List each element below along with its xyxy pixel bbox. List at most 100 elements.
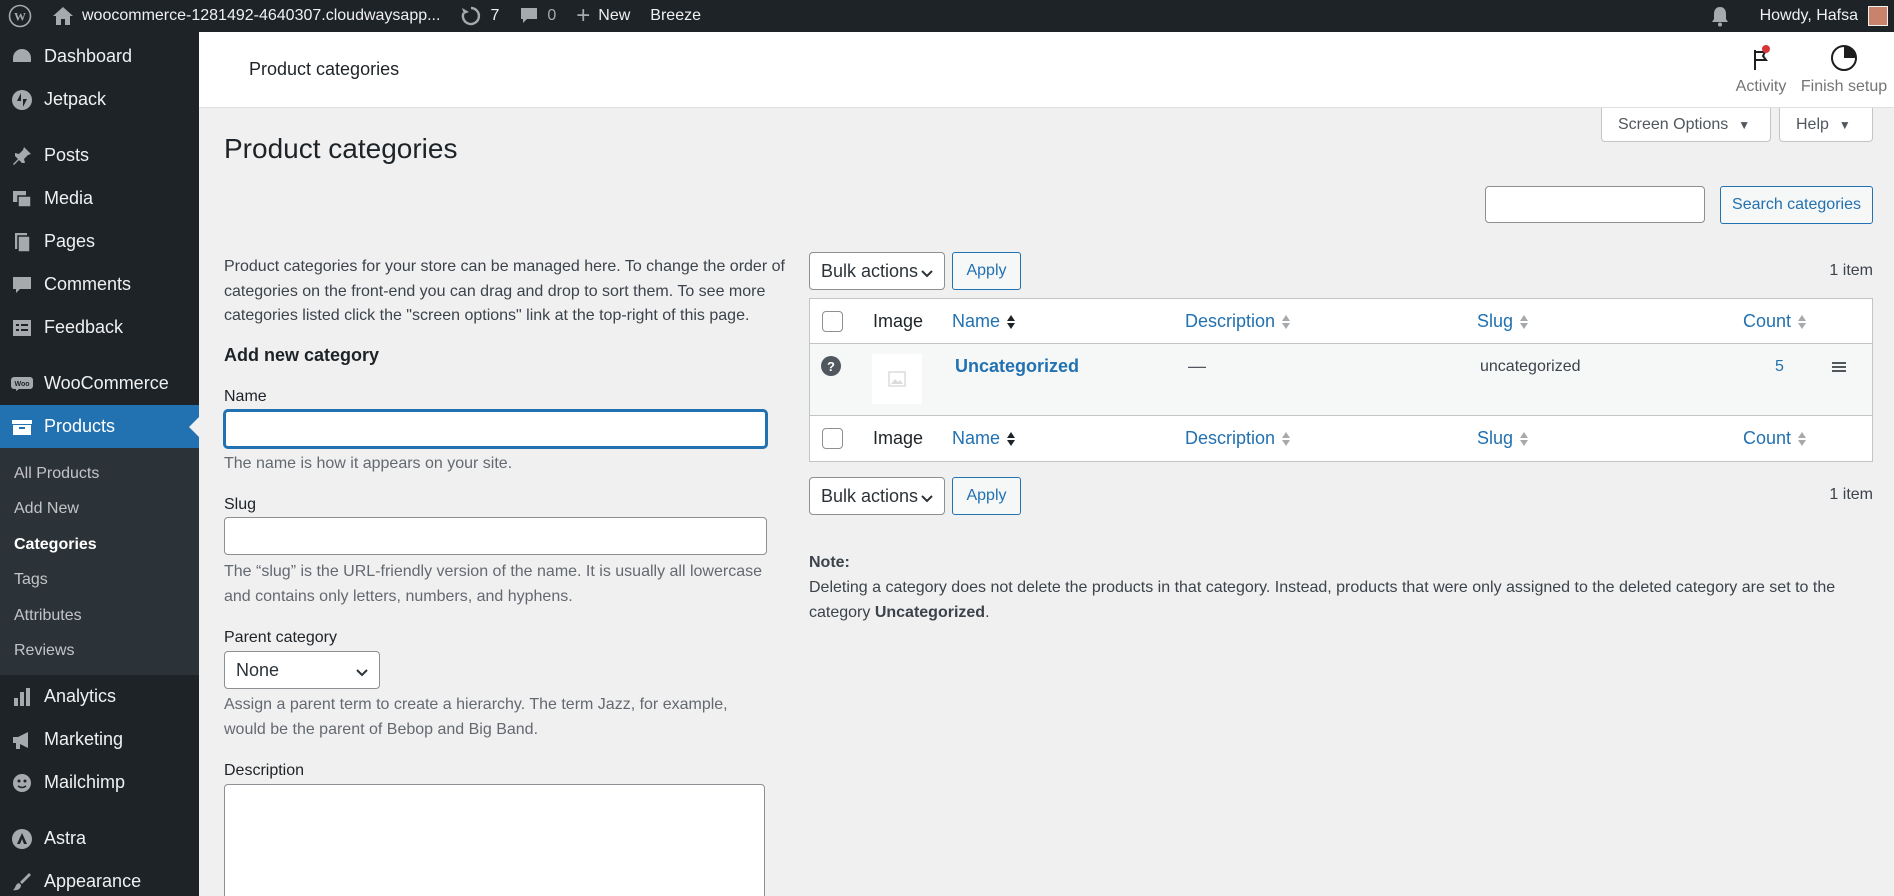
column-name-label: Name (952, 428, 1001, 448)
category-slug: uncategorized (1480, 358, 1581, 375)
column-slug-sort-footer[interactable]: Slug (1477, 428, 1529, 449)
bulk-actions-label: Bulk actions (821, 260, 919, 281)
sidebar-item-dashboard[interactable]: Dashboard (0, 35, 199, 78)
slug-label: Slug (224, 496, 257, 513)
updates-count: 7 (490, 7, 500, 24)
column-slug-label: Slug (1477, 311, 1514, 331)
parent-category-select[interactable]: None (224, 651, 380, 689)
note-text-wrapper: Deleting a category does not delete the … (809, 575, 1879, 625)
search-input[interactable] (1485, 186, 1705, 223)
column-count-sort-footer[interactable]: Count (1743, 428, 1807, 449)
updates-link[interactable]: 7 (450, 0, 509, 32)
sidebar-item-mailchimp[interactable]: Mailchimp (0, 761, 199, 804)
flag-icon (1748, 44, 1774, 72)
sidebar-item-analytics[interactable]: Analytics (0, 675, 199, 718)
column-slug-label: Slug (1477, 428, 1514, 448)
comments-link[interactable]: 0 (509, 0, 566, 32)
category-thumbnail (872, 354, 922, 404)
apply-button-bottom[interactable]: Apply (952, 477, 1021, 515)
search-categories-button[interactable]: Search categories (1720, 186, 1873, 224)
updates-icon (460, 5, 482, 27)
submenu-reviews[interactable]: Reviews (0, 634, 199, 670)
caret-down-icon: ▼ (1838, 117, 1851, 132)
submenu-tags[interactable]: Tags (0, 563, 199, 599)
home-icon (52, 6, 74, 26)
caret-down-icon: ▼ (1738, 117, 1751, 132)
breeze-link[interactable]: Breeze (640, 0, 711, 32)
sidebar-item-label: Media (44, 188, 94, 208)
astra-logo-icon (10, 827, 34, 851)
category-name-link[interactable]: Uncategorized (955, 356, 1079, 377)
products-submenu: All Products Add New Categories Tags Att… (0, 448, 199, 675)
bulk-actions-select-bottom[interactable]: Bulk actions (809, 477, 945, 515)
svg-text:W: W (14, 10, 26, 24)
account-menu[interactable]: Howdy, Hafsa (1750, 0, 1894, 32)
delete-note: Note: Deleting a category does not delet… (809, 550, 1879, 625)
submenu-add-new[interactable]: Add New (0, 492, 199, 528)
sidebar-item-posts[interactable]: Posts (0, 134, 199, 177)
activity-button[interactable]: Activity (1716, 42, 1806, 96)
column-name-sort-footer[interactable]: Name (952, 428, 1016, 449)
new-label: New (598, 7, 631, 24)
table-header-row: Image Name Description Slug Count (810, 299, 1872, 344)
sidebar-item-astra[interactable]: Astra (0, 817, 199, 860)
sidebar-item-pages[interactable]: Pages (0, 220, 199, 263)
sidebar-item-label: Mailchimp (44, 772, 126, 792)
finish-setup-button[interactable]: Finish setup (1794, 42, 1894, 96)
select-all-checkbox-footer[interactable] (822, 428, 843, 449)
chevron-down-icon (355, 663, 369, 684)
howdy-text: Howdy, Hafsa (1759, 7, 1858, 24)
paintbrush-icon (10, 870, 34, 894)
column-name-sort[interactable]: Name (952, 311, 1016, 332)
header-title: Product categories (249, 59, 400, 79)
description-textarea[interactable] (224, 784, 765, 896)
sidebar-item-woocommerce[interactable]: Woo WooCommerce (0, 362, 199, 405)
column-description-sort[interactable]: Description (1185, 311, 1291, 332)
name-input[interactable] (224, 410, 767, 448)
notifications-bell[interactable] (1690, 0, 1750, 32)
admin-bar: W woocommerce-1281492-4640307.cloudwaysa… (0, 0, 1894, 32)
site-name-link[interactable]: woocommerce-1281492-4640307.cloudwaysapp… (46, 0, 450, 32)
sidebar-item-marketing[interactable]: Marketing (0, 718, 199, 761)
bulk-actions-select-top[interactable]: Bulk actions (809, 252, 945, 290)
description-label: Description (224, 762, 305, 779)
sidebar-item-comments[interactable]: Comments (0, 263, 199, 306)
categories-table: Image Name Description Slug Count ? Unca… (809, 298, 1873, 462)
chevron-down-icon (920, 264, 934, 285)
sidebar-item-label: Comments (44, 274, 132, 294)
column-count-sort[interactable]: Count (1743, 311, 1807, 332)
sidebar-item-jetpack[interactable]: Jetpack (0, 78, 199, 121)
bell-icon (1710, 5, 1730, 27)
slug-hint: The “slug” is the URL-friendly version o… (224, 563, 762, 605)
plus-icon: + (576, 2, 591, 29)
help-button[interactable]: Help ▼ (1779, 108, 1873, 142)
sidebar-item-media[interactable]: Media (0, 177, 199, 220)
help-question-icon[interactable]: ? (821, 356, 841, 376)
submenu-attributes[interactable]: Attributes (0, 598, 199, 634)
sidebar-item-feedback[interactable]: Feedback (0, 306, 199, 349)
drag-handle-icon[interactable] (1832, 361, 1846, 373)
column-description-sort-footer[interactable]: Description (1185, 428, 1291, 449)
progress-ring-icon (1829, 43, 1859, 73)
sort-icon (1797, 431, 1807, 447)
sidebar-item-label: Posts (44, 145, 90, 165)
chevron-down-icon (920, 489, 934, 510)
table-footer-row: Image Name Description Slug Count (810, 416, 1872, 461)
wordpress-logo-icon[interactable]: W (0, 0, 46, 32)
slug-input[interactable] (224, 517, 767, 555)
sort-ascending-icon (1006, 314, 1016, 330)
parent-category-hint: Assign a parent term to create a hierarc… (224, 696, 728, 738)
new-content-link[interactable]: + New (566, 0, 640, 32)
image-placeholder-icon (888, 371, 906, 387)
screen-options-button[interactable]: Screen Options ▼ (1601, 108, 1771, 142)
apply-button-top[interactable]: Apply (952, 252, 1021, 290)
sidebar-item-products[interactable]: Products (0, 405, 199, 448)
category-count-link[interactable]: 5 (1775, 358, 1784, 376)
sidebar-item-appearance[interactable]: Appearance (0, 860, 199, 896)
column-image: Image (873, 311, 924, 331)
note-end: . (985, 604, 990, 621)
submenu-all-products[interactable]: All Products (0, 456, 199, 492)
select-all-checkbox[interactable] (822, 311, 843, 332)
submenu-categories[interactable]: Categories (0, 527, 199, 563)
column-slug-sort[interactable]: Slug (1477, 311, 1529, 332)
